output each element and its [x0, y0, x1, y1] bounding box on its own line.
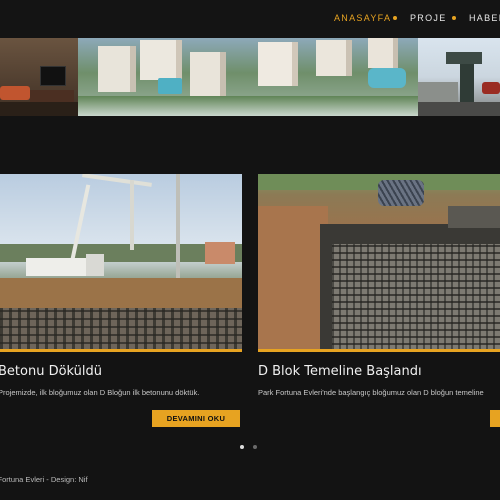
top-navigation: ANASAYFA PROJE HABER [0, 0, 500, 38]
post-image-foundation[interactable] [258, 174, 500, 352]
carousel-dot-active[interactable] [240, 445, 244, 449]
nav-separator-dot [452, 16, 456, 20]
banner-interior-image [0, 38, 78, 116]
post-excerpt: Projemizde, ilk bloğumuz olan D Bloğun i… [0, 388, 200, 397]
post-image-concrete-pour[interactable] [0, 174, 242, 352]
carousel-dot[interactable] [253, 445, 257, 449]
read-more-button[interactable] [490, 410, 500, 427]
nav-item-anasayfa[interactable]: ANASAYFA [334, 13, 391, 23]
nav-separator-dot [393, 16, 397, 20]
footer-credit: Park Fortuna Evleri - Design: Nif [0, 475, 88, 484]
project-banner [0, 38, 500, 116]
banner-aerial-image [78, 38, 418, 116]
banner-entrance-image [418, 38, 500, 116]
post-title[interactable]: Betonu Döküldü [0, 364, 102, 379]
read-more-button[interactable]: DEVAMINI OKU [152, 410, 240, 427]
nav-item-haber[interactable]: HABER [469, 13, 500, 23]
post-title[interactable]: D Blok Temeline Başlandı [258, 364, 422, 379]
post-excerpt: Park Fortuna Evleri'nde başlangıç bloğum… [258, 388, 484, 397]
nav-item-proje[interactable]: PROJE [410, 13, 447, 23]
